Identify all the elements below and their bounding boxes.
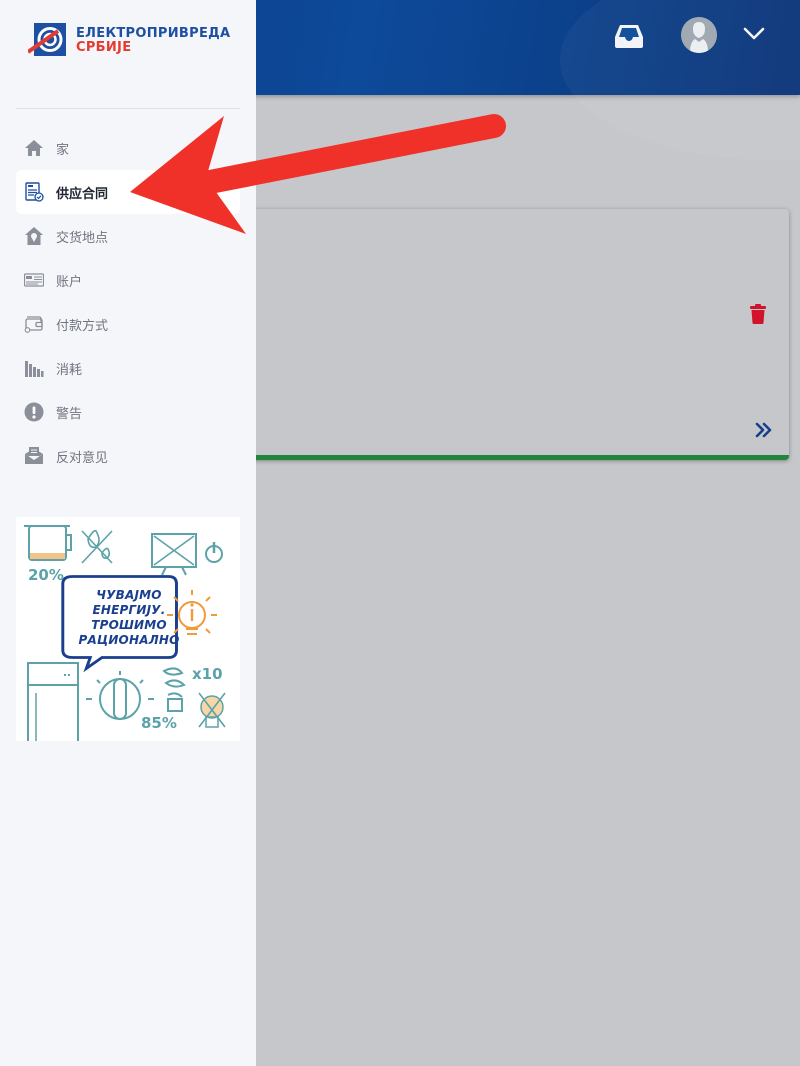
- sidebar-item-payment-methods[interactable]: 付款方式: [16, 302, 240, 346]
- sidebar-item-delivery-location[interactable]: 交货地点: [16, 214, 240, 258]
- user-avatar[interactable]: [681, 17, 717, 53]
- account-menu-button[interactable]: [742, 24, 766, 44]
- delete-button[interactable]: [749, 304, 767, 324]
- complaint-mail-icon: [25, 447, 43, 464]
- chevron-down-icon: [743, 27, 765, 40]
- home-icon: [25, 140, 43, 156]
- sidebar-item-home[interactable]: 家: [16, 126, 240, 170]
- promo-bulb-percent: 85%: [141, 714, 177, 732]
- eps-logo-icon: [28, 23, 66, 56]
- consumption-chart-icon: [25, 361, 44, 377]
- promo-kettle-percent: 20%: [28, 566, 64, 584]
- bill-icon: [24, 273, 44, 287]
- promo-line-1: ЧУВАЈМО: [96, 588, 162, 602]
- sidebar-item-label: 反对意见: [56, 450, 109, 466]
- sidebar-item-label: 付款方式: [56, 318, 109, 334]
- sidebar-item-consumption[interactable]: 消耗: [16, 346, 240, 390]
- open-details-button[interactable]: [754, 421, 774, 439]
- side-drawer: ЕЛЕКТРОПРИВРЕДА СРБИЈЕ 家 供应合同 交货地点 账户 付款…: [0, 0, 256, 1066]
- brand-name-line2: СРБИЈЕ: [76, 40, 132, 55]
- double-chevron-right-icon: [755, 422, 772, 438]
- promo-line-3: ТРОШИМО: [91, 618, 167, 632]
- contract-card: [222, 209, 789, 460]
- inbox-icon: [615, 25, 643, 48]
- sidebar-item-label: 警告: [56, 406, 83, 422]
- sidebar-item-supply-contract[interactable]: 供应合同: [16, 170, 240, 214]
- promo-line-4: РАЦИОНАЛНО: [78, 633, 180, 647]
- delivery-location-icon: [25, 227, 43, 245]
- sidebar-nav: 家 供应合同 交货地点 账户 付款方式 消耗 警告 反对意见: [16, 126, 240, 478]
- energy-saving-banner[interactable]: 20% ЧУВАЈМО ЕНЕРГИЈУ. ТРОШИМО РАЦИОНАЛНО…: [16, 517, 240, 741]
- brand-logo[interactable]: ЕЛЕКТРОПРИВРЕДА СРБИЈЕ: [28, 22, 238, 62]
- trash-icon: [750, 304, 766, 324]
- drawer-divider: [16, 108, 240, 109]
- contract-icon: [25, 182, 44, 202]
- inbox-button[interactable]: [614, 22, 644, 50]
- wallet-icon: [24, 316, 43, 333]
- sidebar-item-complaints[interactable]: 反对意见: [16, 434, 240, 478]
- sidebar-item-label: 供应合同: [56, 186, 109, 202]
- sidebar-item-warnings[interactable]: 警告: [16, 390, 240, 434]
- sidebar-item-label: 消耗: [56, 362, 83, 378]
- sidebar-item-label: 家: [56, 142, 70, 158]
- sidebar-item-label: 账户: [56, 274, 83, 290]
- sidebar-item-accounts[interactable]: 账户: [16, 258, 240, 302]
- user-avatar-icon: [681, 17, 717, 53]
- promo-multiplier: x10: [192, 665, 223, 683]
- warning-icon: [24, 402, 44, 422]
- sidebar-item-label: 交货地点: [56, 230, 109, 246]
- promo-line-2: ЕНЕРГИЈУ.: [92, 603, 166, 617]
- brand-name-line1: ЕЛЕКТРОПРИВРЕДА: [76, 26, 231, 41]
